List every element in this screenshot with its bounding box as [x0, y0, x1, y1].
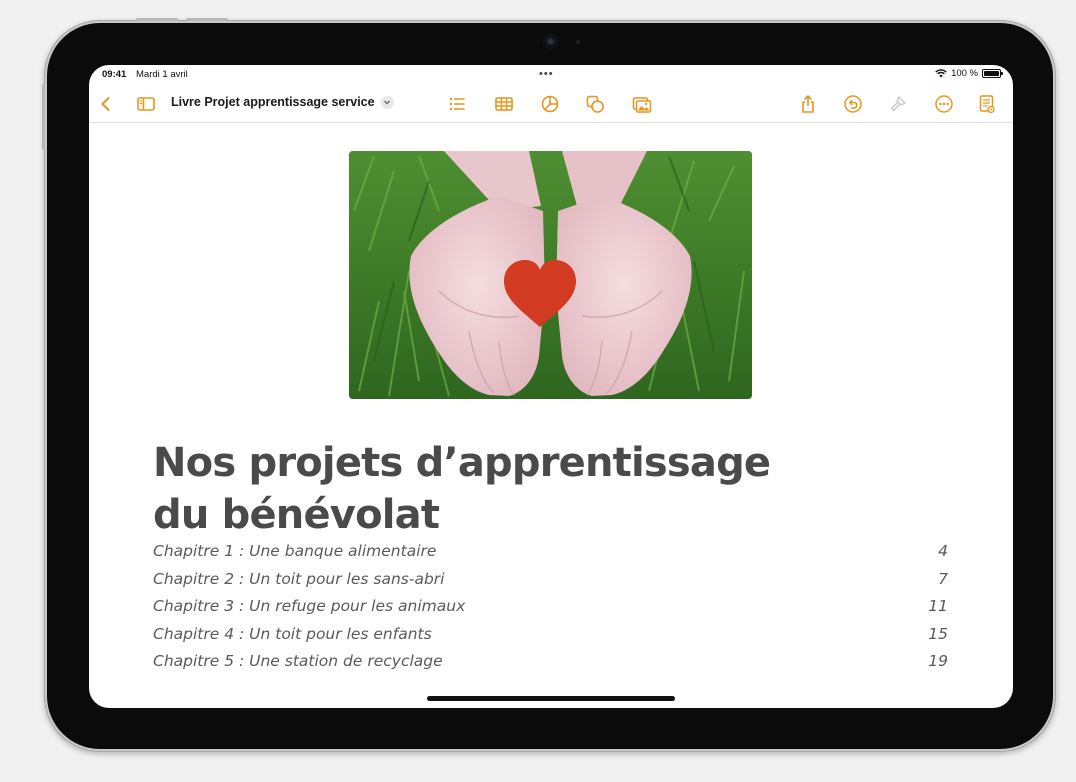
volume-button: [186, 18, 228, 21]
sidebar-icon[interactable]: [135, 93, 157, 115]
toc-chapter-title: Chapitre 1 : Une banque alimentaire: [153, 542, 437, 560]
status-date: Mardi 1 avril: [136, 69, 188, 80]
toc-row[interactable]: Chapitre 1 : Une banque alimentaire 4: [153, 541, 948, 569]
status-time: 09:41: [102, 69, 127, 80]
shape-icon[interactable]: [584, 93, 606, 115]
table-of-contents: Chapitre 1 : Une banque alimentaire 4 Ch…: [153, 541, 948, 679]
share-icon[interactable]: [797, 93, 819, 115]
toolbar: Livre Projet apprentissage service: [89, 85, 1013, 123]
wifi-icon: [935, 69, 947, 78]
hands-heart-photo[interactable]: [349, 151, 752, 399]
toc-chapter-title: Chapitre 2 : Un toit pour les sans-abri: [153, 569, 445, 588]
document-heading[interactable]: Nos projets d’apprentissage du bénévolat: [153, 437, 793, 541]
top-button: [136, 18, 178, 21]
media-icon[interactable]: [631, 93, 653, 115]
chart-icon[interactable]: [539, 93, 561, 115]
multitasking-dots[interactable]: •••: [539, 68, 554, 80]
toc-page-number: 7: [938, 569, 948, 588]
battery-icon: [982, 69, 1003, 78]
ambient-sensor: [576, 40, 580, 44]
side-button: [42, 84, 45, 150]
more-icon[interactable]: [933, 93, 955, 115]
document-title-button[interactable]: Livre Projet apprentissage service: [171, 95, 394, 109]
toc-row[interactable]: Chapitre 3 : Un refuge pour les animaux …: [153, 596, 948, 624]
status-bar: 09:41 Mardi 1 avril ••• 100 %: [89, 65, 1013, 85]
reading-view-icon[interactable]: [976, 93, 998, 115]
back-chevron-icon[interactable]: [95, 93, 117, 115]
table-icon[interactable]: [493, 93, 515, 115]
toc-page-number: 19: [928, 652, 948, 670]
screen: 09:41 Mardi 1 avril ••• 100 % Livre Proj…: [89, 65, 1013, 708]
heading-line-2: du bénévolat: [153, 492, 440, 538]
toc-row[interactable]: Chapitre 5 : Une station de recyclage 19: [153, 651, 948, 679]
document-title: Livre Projet apprentissage service: [171, 95, 375, 109]
format-brush-icon[interactable]: [887, 93, 909, 115]
toc-chapter-title: Chapitre 4 : Un toit pour les enfants: [153, 624, 432, 643]
toc-row[interactable]: Chapitre 4 : Un toit pour les enfants 15: [153, 624, 948, 652]
toc-page-number: 11: [928, 597, 948, 615]
front-camera: [543, 34, 558, 49]
undo-icon[interactable]: [842, 93, 864, 115]
toc-page-number: 15: [928, 624, 948, 643]
home-indicator[interactable]: [427, 696, 675, 701]
heading-line-1: Nos projets d’apprentissage: [153, 440, 771, 486]
battery-percent: 100 %: [951, 68, 978, 79]
toc-page-number: 4: [938, 542, 948, 560]
list-icon[interactable]: [446, 93, 468, 115]
toc-chapter-title: Chapitre 5 : Une station de recyclage: [153, 652, 443, 670]
chevron-down-icon: [380, 95, 394, 109]
toc-row[interactable]: Chapitre 2 : Un toit pour les sans-abri …: [153, 569, 948, 597]
toc-chapter-title: Chapitre 3 : Un refuge pour les animaux: [153, 597, 466, 615]
status-right: 100 %: [935, 68, 1003, 79]
